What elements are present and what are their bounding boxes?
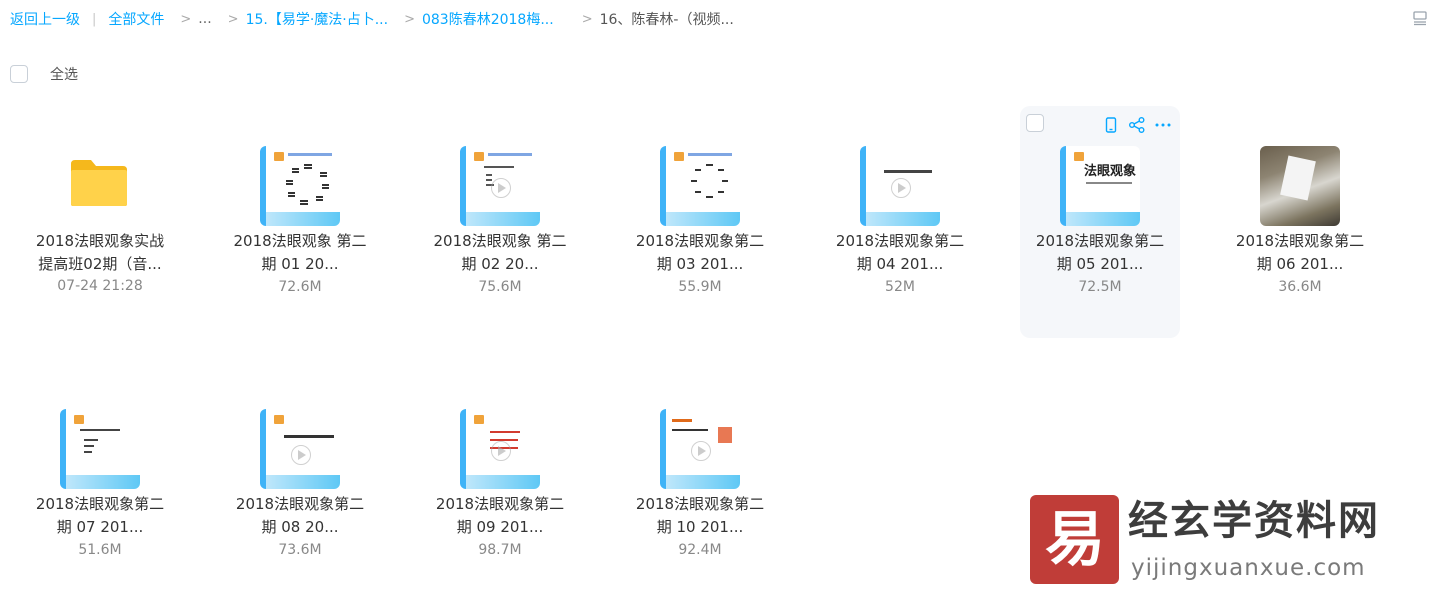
watermark-logo: 易	[1030, 495, 1119, 584]
file-size: 55.9M	[678, 279, 722, 295]
file-name: 2018法眼观象第二 期 07 201...	[35, 495, 165, 536]
video-thumbnail	[660, 409, 740, 489]
file-name: 2018法眼观象第二 期 08 20...	[235, 495, 365, 536]
video-thumbnail	[660, 146, 740, 226]
thumbnail-title: 法眼观象	[1084, 164, 1137, 179]
watermark-url: yijingxuanxue.com	[1131, 555, 1366, 581]
video-thumbnail	[260, 409, 340, 489]
video-item[interactable]: 2018法眼观象 第二 期 02 20... 75.6M	[420, 106, 580, 338]
video-item[interactable]: 2018法眼观象第二 期 03 201... 55.9M	[620, 106, 780, 338]
video-item[interactable]: 2018法眼观象第二 期 09 201... 98.7M	[420, 369, 580, 601]
file-name: 2018法眼观象 第二 期 02 20...	[433, 232, 567, 273]
file-name: 2018法眼观象第二 期 10 201...	[635, 495, 765, 536]
breadcrumb-level2[interactable]: 083陈春林2018梅...	[422, 9, 554, 29]
video-item[interactable]: 2018法眼观象第二 期 04 201... 52M	[820, 106, 980, 338]
slide-title-line	[284, 435, 334, 438]
chevron-right-icon: >	[581, 11, 593, 27]
file-size: 92.4M	[678, 542, 722, 558]
share-icon[interactable]	[1128, 116, 1146, 134]
file-name: 2018法眼观象第二 期 05 201...	[1035, 232, 1165, 273]
file-size: 73.6M	[278, 542, 322, 558]
bagua-diagram-icon	[286, 164, 329, 205]
file-name: 2018法眼观象第二 期 04 201...	[835, 232, 965, 273]
file-date: 07-24 21:28	[57, 278, 143, 294]
file-name: 2018法眼观象 第二 期 01 20...	[233, 232, 367, 273]
breadcrumb-current: 16、陈春林-（视频...	[599, 12, 734, 28]
slide-title-line	[884, 170, 932, 173]
slide-text-icon	[80, 429, 120, 453]
play-icon	[291, 445, 311, 465]
chevron-right-icon: >	[404, 11, 415, 27]
breadcrumb-ellipsis[interactable]: ...	[198, 11, 211, 27]
file-name: 2018法眼观象第二 期 06 201...	[1235, 232, 1365, 273]
file-name: 2018法眼观象实战 提高班02期（音...	[35, 232, 165, 273]
breadcrumb-level1[interactable]: 15.【易学·魔法·占卜...	[246, 9, 389, 29]
file-size: 75.6M	[478, 279, 522, 295]
video-thumbnail	[460, 409, 540, 489]
more-icon[interactable]	[1154, 116, 1172, 134]
file-size: 52M	[885, 279, 915, 295]
video-thumbnail	[460, 146, 540, 226]
video-thumbnail: 法眼观象	[1060, 146, 1140, 226]
item-checkbox[interactable]	[1026, 114, 1044, 132]
video-item[interactable]: 2018法眼观象第二 期 07 201... 51.6M	[20, 369, 180, 601]
watermark-title: 经玄学资料网	[1128, 498, 1380, 544]
list-view-icon[interactable]	[1412, 10, 1428, 26]
breadcrumb-divider: |	[92, 11, 97, 27]
slide-subtitle-line	[1086, 182, 1132, 184]
play-icon	[691, 441, 711, 461]
chevron-right-icon: >	[180, 11, 192, 27]
folder-icon	[71, 160, 127, 206]
play-icon	[491, 178, 511, 198]
watermark: 易 经玄学资料网 yijingxuanxue.com	[1030, 495, 1430, 585]
file-size: 98.7M	[478, 542, 522, 558]
file-name: 2018法眼观象第二 期 03 201...	[635, 232, 765, 273]
phone-icon[interactable]	[1102, 116, 1120, 134]
video-item[interactable]: 2018法眼观象第二 期 08 20... 73.6M	[220, 369, 380, 601]
chevron-right-icon: >	[227, 11, 239, 27]
file-name: 2018法眼观象第二 期 09 201...	[435, 495, 565, 536]
file-size: 36.6M	[1278, 279, 1322, 295]
file-size: 72.5M	[1078, 279, 1122, 295]
video-item-hovered[interactable]: 法眼观象 2018法眼观象第二 期 05 201... 72.5M	[1020, 106, 1180, 338]
file-size: 72.6M	[278, 279, 322, 295]
play-icon	[491, 441, 511, 461]
select-all[interactable]: 全选	[10, 64, 78, 84]
video-item[interactable]: 2018法眼观象第二 期 10 201... 92.4M	[620, 369, 780, 601]
video-thumbnail	[1260, 146, 1340, 226]
play-icon	[891, 178, 911, 198]
video-thumbnail	[60, 409, 140, 489]
video-item[interactable]: 2018法眼观象第二 期 06 201... 36.6M	[1220, 106, 1380, 338]
folder-item[interactable]: 2018法眼观象实战 提高班02期（音... 07-24 21:28	[20, 106, 180, 338]
file-size: 51.6M	[78, 542, 122, 558]
video-item[interactable]: 2018法眼观象 第二 期 01 20... 72.6M	[220, 106, 380, 338]
video-thumbnail	[860, 146, 940, 226]
back-link[interactable]: 返回上一级	[10, 9, 80, 29]
video-thumbnail	[260, 146, 340, 226]
breadcrumb-all-files[interactable]: 全部文件	[108, 9, 164, 29]
breadcrumb: 返回上一级 | 全部文件 > ... > 15.【易学·魔法·占卜... > 0…	[10, 8, 734, 30]
bagua-diagram-icon	[691, 164, 728, 198]
select-all-label: 全选	[50, 67, 78, 83]
select-all-checkbox[interactable]	[10, 65, 28, 83]
